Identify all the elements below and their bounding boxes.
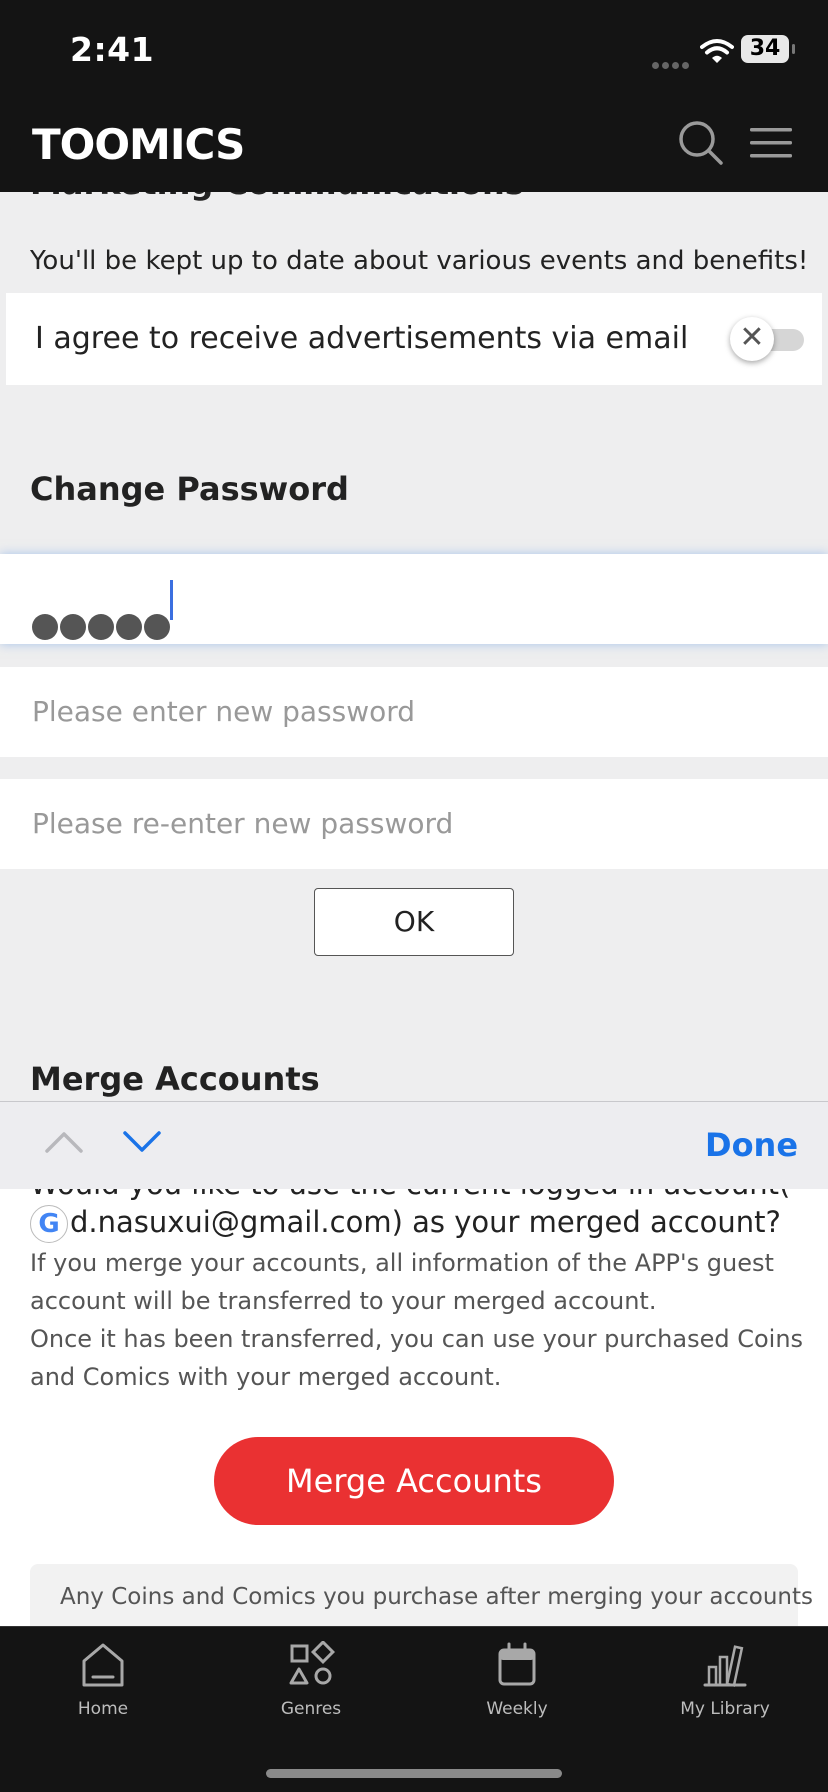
- merge-info-line: account will be transferred to your merg…: [30, 1287, 657, 1315]
- merge-account-email: d.nasuxui@gmail.com) as your merged acco…: [70, 1205, 781, 1239]
- merge-info-line: Once it has been transferred, you can us…: [30, 1325, 804, 1353]
- home-icon: [23, 1641, 183, 1695]
- merge-question-line2: Gd.nasuxui@gmail.com) as your merged acc…: [30, 1205, 781, 1243]
- merge-notice-text: Any Coins and Comics you purchase after …: [60, 1584, 813, 1610]
- toomics-logo[interactable]: TOOMICS: [32, 120, 245, 169]
- current-password-field[interactable]: [0, 554, 828, 644]
- settings-content[interactable]: Marketing Communications You'll be kept …: [0, 192, 828, 1101]
- tab-label: Genres: [280, 1699, 342, 1719]
- home-indicator: [266, 1769, 562, 1778]
- google-icon: G: [30, 1205, 68, 1243]
- password-mask: [32, 586, 172, 676]
- search-icon[interactable]: [678, 120, 724, 166]
- tab-label: My Library: [680, 1699, 770, 1719]
- merge-content[interactable]: Would you like to use the current logged…: [0, 1189, 828, 1626]
- chevron-down-icon[interactable]: [122, 1130, 162, 1158]
- wifi-icon: [700, 38, 734, 68]
- library-icon: [645, 1641, 805, 1695]
- reenter-password-field[interactable]: Please re-enter new password: [0, 779, 828, 869]
- tab-weekly[interactable]: Weekly: [437, 1641, 597, 1719]
- merge-notice-box: Any Coins and Comics you purchase after …: [30, 1564, 813, 1626]
- email-ads-label: I agree to receive advertisements via em…: [35, 321, 689, 356]
- bottom-tab-bar: Home Genres Weekly My Library: [0, 1626, 828, 1792]
- calendar-icon: [437, 1641, 597, 1695]
- tab-label: Weekly: [486, 1699, 548, 1719]
- battery-indicator: 34: [741, 35, 795, 63]
- email-ads-row: I agree to receive advertisements via em…: [6, 293, 822, 385]
- chevron-up-icon[interactable]: [44, 1130, 84, 1158]
- menu-icon[interactable]: [750, 126, 792, 160]
- merge-accounts-title: Merge Accounts: [30, 1060, 320, 1098]
- ok-button[interactable]: OK: [314, 888, 514, 956]
- status-bar: 2:41 34: [0, 0, 828, 96]
- new-password-field[interactable]: Please enter new password: [0, 667, 828, 757]
- merge-info-line: If you merge your accounts, all informat…: [30, 1249, 774, 1277]
- merge-info-line: and Comics with your merged account.: [30, 1363, 502, 1391]
- genres-icon: [231, 1639, 391, 1695]
- change-password-title: Change Password: [30, 470, 349, 508]
- tab-genres[interactable]: Genres: [231, 1639, 391, 1719]
- keyboard-toolbar: Done: [0, 1101, 828, 1189]
- tab-label: Home: [77, 1699, 129, 1719]
- email-ads-toggle[interactable]: ✕: [730, 317, 805, 361]
- cellular-signal-icon: [652, 54, 692, 73]
- merge-accounts-button[interactable]: Merge Accounts: [214, 1437, 614, 1525]
- close-icon: ✕: [730, 317, 774, 361]
- marketing-title: Marketing Communications: [30, 192, 524, 202]
- tab-home[interactable]: Home: [23, 1641, 183, 1719]
- app-header: TOOMICS: [0, 96, 828, 192]
- merge-question-line1: Would you like to use the current logged…: [30, 1189, 790, 1201]
- marketing-description: You'll be kept up to date about various …: [30, 246, 809, 276]
- status-time: 2:41: [70, 30, 155, 69]
- done-button[interactable]: Done: [705, 1126, 798, 1164]
- tab-my-library[interactable]: My Library: [645, 1641, 805, 1719]
- text-caret: [170, 580, 173, 620]
